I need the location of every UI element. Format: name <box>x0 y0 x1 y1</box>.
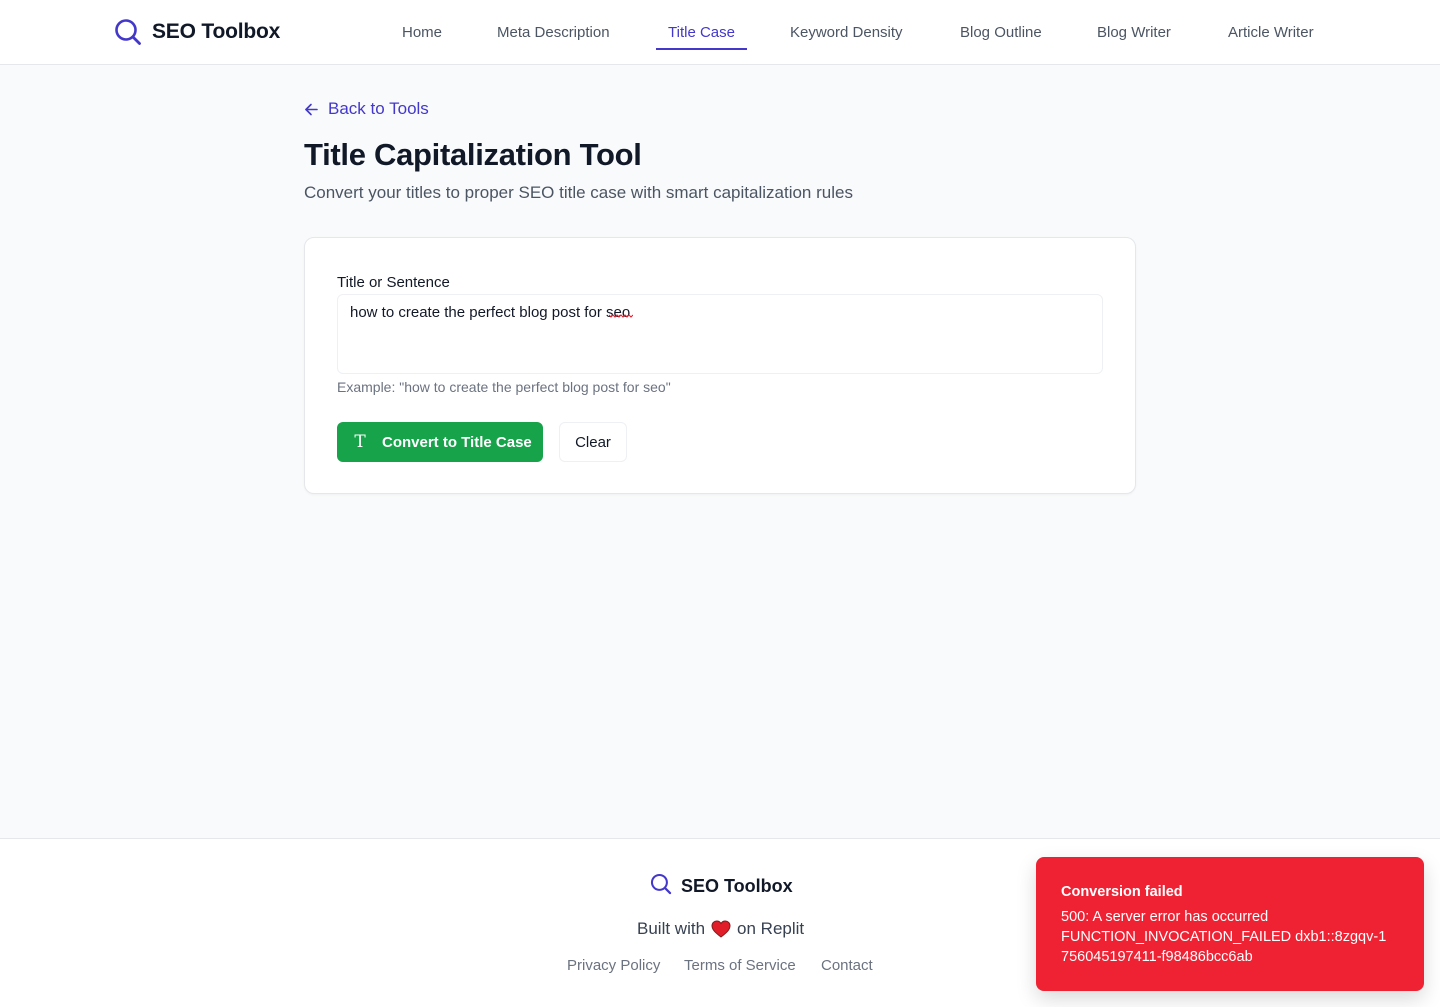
main-nav: Home Meta Description Title Case Keyword… <box>0 0 1440 64</box>
title-field-label: Title or Sentence <box>337 274 450 291</box>
built-with-suffix: on Replit <box>737 919 805 938</box>
example-helper-text: Example: "how to create the perfect blog… <box>337 379 671 395</box>
spellcheck-underline <box>609 314 633 318</box>
toast-title: Conversion failed <box>1061 884 1183 900</box>
nav-meta-description[interactable]: Meta Description <box>497 0 610 64</box>
footer-brand: SEO Toolbox <box>650 873 793 900</box>
nav-article-writer[interactable]: Article Writer <box>1228 0 1314 64</box>
heart-icon <box>711 920 731 938</box>
converter-card: Title or Sentence how to create the perf… <box>304 237 1136 494</box>
nav-blog-outline[interactable]: Blog Outline <box>960 0 1042 64</box>
active-tab-indicator <box>656 48 747 50</box>
back-to-tools-link[interactable]: Back to Tools <box>304 98 429 120</box>
type-icon: T <box>354 432 366 452</box>
arrow-left-icon <box>304 102 319 117</box>
convert-button-label: Convert to Title Case <box>382 433 532 451</box>
nav-keyword-density[interactable]: Keyword Density <box>790 0 903 64</box>
terms-of-service-link[interactable]: Terms of Service <box>684 957 796 974</box>
contact-link[interactable]: Contact <box>821 957 873 974</box>
clear-button[interactable]: Clear <box>559 422 627 462</box>
privacy-policy-link[interactable]: Privacy Policy <box>567 957 660 974</box>
title-input[interactable]: how to create the perfect blog post for … <box>337 294 1103 374</box>
page-title: Title Capitalization Tool <box>304 137 642 172</box>
built-with-prefix: Built with <box>637 919 706 938</box>
page-subtitle: Convert your titles to proper SEO title … <box>304 183 853 202</box>
nav-blog-writer[interactable]: Blog Writer <box>1097 0 1171 64</box>
error-toast[interactable]: Conversion failed 500: A server error ha… <box>1036 857 1424 991</box>
built-with-text: Built with on Replit <box>637 918 804 940</box>
toast-message: 500: A server error has occurred FUNCTIO… <box>1061 909 1387 965</box>
nav-home[interactable]: Home <box>402 0 442 64</box>
back-link-label: Back to Tools <box>328 99 429 118</box>
top-header: SEO Toolbox Home Meta Description Title … <box>0 0 1440 65</box>
convert-to-title-case-button[interactable]: T Convert to Title Case <box>337 422 543 462</box>
nav-title-case[interactable]: Title Case <box>668 0 735 64</box>
search-icon <box>650 873 672 900</box>
footer-brand-name: SEO Toolbox <box>681 875 793 896</box>
